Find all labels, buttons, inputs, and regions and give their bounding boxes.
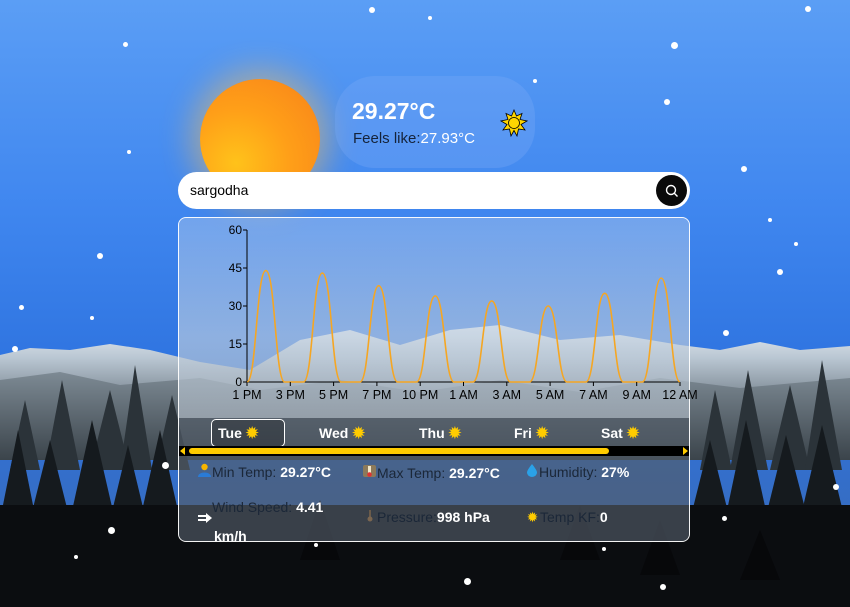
day-tab-wed[interactable]: Wed ✹ [313, 419, 371, 447]
x-tick-label: 10 PM [402, 388, 438, 402]
x-tick-label: 7 PM [362, 388, 391, 402]
temperature-series-line [246, 269, 681, 383]
snowflake [533, 79, 537, 83]
x-tick-label: 12 AM [662, 388, 697, 402]
snowflake [833, 484, 839, 490]
sun-icon: ✹ [352, 425, 365, 442]
min-temp-value: 29.27°C [280, 464, 331, 480]
feels-like-value: 27.93°C [420, 130, 475, 147]
snowflake [671, 42, 678, 49]
min-temp-stat: Min Temp: 29.27°C [197, 463, 331, 481]
thermometer-icon [362, 463, 377, 482]
scroll-thumb[interactable] [189, 448, 609, 454]
pressure-stat: Pressure:998 hPa [362, 509, 490, 526]
snowflake [127, 150, 131, 154]
temp-kf-value: 0 [599, 509, 608, 525]
y-tick-label: 30 [229, 299, 243, 313]
day-tab-thu[interactable]: Thu ✹ [413, 419, 467, 447]
x-tick-label: 5 PM [319, 388, 348, 402]
day-tab-fri[interactable]: Fri ✹ [508, 419, 554, 447]
day-label: Fri [514, 425, 532, 441]
pressure-value: 998 hPa [436, 509, 490, 525]
day-label: Thu [419, 425, 445, 441]
snowflake [74, 555, 78, 559]
snowflake [464, 578, 471, 585]
snowflake [794, 242, 798, 246]
snowflake [97, 253, 103, 259]
wind-speed-unit: km/h [214, 528, 247, 544]
snowflake [90, 316, 94, 320]
snowflake [428, 16, 432, 20]
snowflake [805, 6, 811, 12]
snowflake [602, 547, 606, 551]
max-temp-value: 29.27°C [449, 465, 500, 481]
x-tick-label: 1 AM [449, 388, 478, 402]
sun-icon: ✹ [535, 425, 549, 442]
droplet-icon [524, 463, 539, 481]
x-tick-label: 3 AM [493, 388, 522, 402]
feels-like: Feels like:27.93°C [353, 130, 475, 147]
day-label: Wed [319, 425, 349, 441]
snowflake [723, 330, 729, 336]
day-label: Sat [601, 425, 623, 441]
current-temperature: 29.27°C [352, 98, 436, 124]
sun-icon: ✹ [626, 425, 640, 442]
humidity-stat: Humidity: 27% [524, 463, 629, 481]
humidity-value: 27% [601, 464, 630, 480]
max-temp-label: Max Temp: [377, 465, 446, 481]
temp-kf-stat: ✹ Temp KF:0 [525, 509, 608, 526]
snowflake [660, 584, 666, 590]
snowflake [777, 269, 783, 275]
search-icon [665, 184, 678, 197]
snowflake [741, 166, 747, 172]
x-tick-label: 1 PM [232, 388, 261, 402]
y-tick-label: 0 [235, 375, 242, 389]
x-tick-label: 7 AM [579, 388, 608, 402]
y-tick-label: 15 [229, 337, 243, 351]
day-label: Tue [218, 425, 242, 441]
day-tab-tue[interactable]: Tue ✹ [211, 419, 285, 447]
snowflake [664, 99, 670, 105]
sun-icon: ✹ [526, 509, 539, 525]
x-tick-label: 3 PM [276, 388, 305, 402]
snowflake [162, 462, 169, 469]
humidity-label: Humidity: [539, 464, 598, 480]
snowflake [108, 527, 115, 534]
snowflake [123, 42, 128, 47]
person-icon [197, 463, 212, 481]
sun-icon: ✹ [245, 425, 259, 442]
scroll-right-arrow[interactable] [683, 447, 688, 455]
snowflake [768, 218, 772, 222]
y-tick-label: 45 [229, 261, 243, 275]
snowflake [19, 305, 24, 310]
snowflake [369, 7, 375, 13]
pressure-label: Pressure: [377, 509, 437, 525]
pressure-icon [362, 509, 377, 526]
feels-like-label: Feels like: [353, 130, 421, 147]
max-temp-stat: Max Temp: 29.27°C [362, 463, 500, 482]
snowflake [722, 516, 727, 521]
wind-icon [197, 511, 212, 528]
sun-icon [499, 108, 529, 141]
sun-icon: ✹ [448, 425, 462, 442]
wind-speed-stat: Wind Speed: 4.41 km/h [197, 499, 337, 545]
horizontal-scrollbar[interactable] [179, 446, 689, 456]
snowflake [12, 346, 18, 352]
x-tick-label: 5 AM [536, 388, 565, 402]
wind-speed-label: Wind Speed: [212, 499, 293, 515]
scroll-left-arrow[interactable] [180, 447, 185, 455]
temperature-chart: 60 45 30 15 01 PM 3 PM 5 PM 7 PM 10 PM 1 AM 3 AM 5 … [229, 223, 698, 402]
search-input[interactable] [190, 180, 630, 200]
search-bar [178, 172, 690, 209]
day-tab-sat[interactable]: Sat ✹ [595, 419, 645, 447]
min-temp-label: Min Temp: [212, 464, 277, 480]
temp-kf-label: Temp KF: [540, 509, 600, 525]
x-tick-label: 9 AM [622, 388, 651, 402]
search-button[interactable] [656, 175, 687, 206]
wind-speed-value: 4.41 [296, 499, 324, 515]
y-tick-label: 60 [229, 223, 243, 237]
